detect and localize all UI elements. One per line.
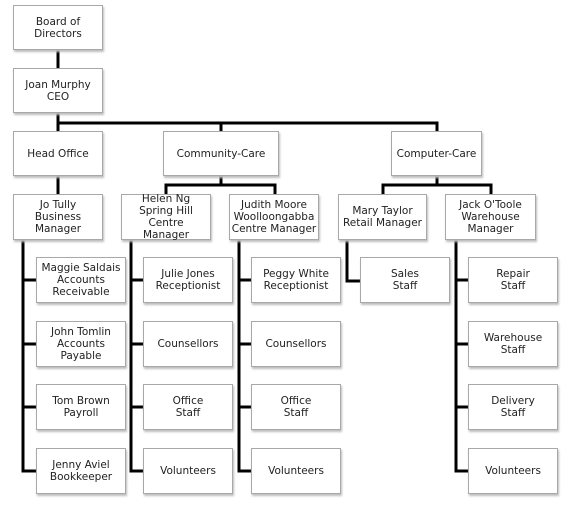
node-delivery: Delivery Staff [468,384,558,430]
node-tom: Tom Brown Payroll [36,384,126,430]
node-board: Board of Directors [13,5,103,50]
node-sales: Sales Staff [360,257,450,303]
node-community-care: Community-Care [163,131,279,176]
node-warehouse: Warehouse Staff [468,321,558,367]
node-peggy: Peggy White Receptionist [251,257,341,303]
node-counsellors-1: Counsellors [143,321,233,367]
node-counsellors-2: Counsellors [251,321,341,367]
node-volunteers-1: Volunteers [143,448,233,494]
node-judith-moore: Judith Moore Woolloongabba Centre Manage… [229,194,319,240]
node-repair: Repair Staff [468,257,558,303]
node-ceo: Joan Murphy CEO [13,68,103,113]
node-volunteers-2: Volunteers [251,448,341,494]
node-office-staff-1: Office Staff [143,384,233,430]
node-mary-taylor: Mary Taylor Retail Manager [338,194,427,240]
node-jo-tully: Jo Tully Business Manager [13,194,103,240]
node-volunteers-3: Volunteers [468,448,558,494]
node-office-staff-2: Office Staff [251,384,341,430]
node-julie: Julie Jones Receptionist [143,257,233,303]
node-jack-otoole: Jack O'Toole Warehouse Manager [445,194,536,240]
node-john: John Tomlin Accounts Payable [36,321,126,367]
node-helen-ng: Helen Ng Spring Hill Centre Manager [121,193,211,241]
node-computer-care: Computer-Care [391,131,482,176]
node-jenny: Jenny Aviel Bookkeeper [36,448,126,494]
node-head-office: Head Office [13,131,103,176]
node-maggie: Maggie Saldais Accounts Receivable [36,257,126,303]
